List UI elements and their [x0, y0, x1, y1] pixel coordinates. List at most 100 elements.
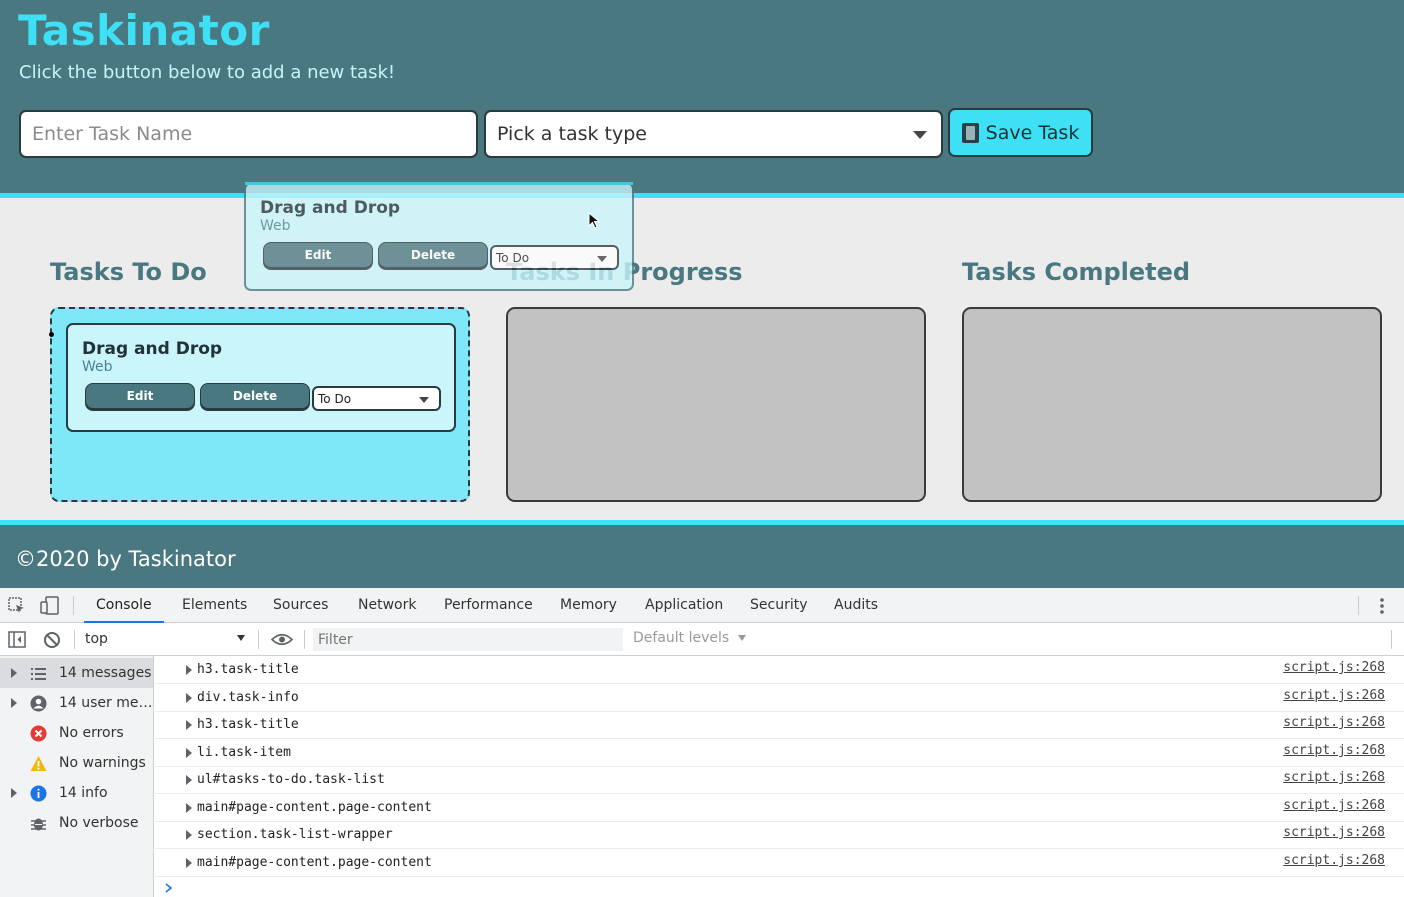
footer-copyright: ©2020 by Taskinator [15, 547, 236, 571]
mouse-cursor-icon [588, 212, 601, 229]
edit-button[interactable]: Edit [85, 383, 195, 409]
console-log-row[interactable]: main#page-content.page-content script.js… [155, 850, 1404, 877]
context-selector[interactable]: top [76, 628, 252, 651]
log-source-link[interactable]: script.js:268 [1283, 688, 1385, 703]
sidebar-item-verbose[interactable]: No verbose [0, 808, 153, 838]
expand-arrow-icon[interactable] [186, 665, 192, 675]
save-task-label: Save Task [985, 121, 1080, 144]
app-title: Taskinator [18, 6, 270, 55]
list-icon [31, 668, 46, 680]
log-source-link[interactable]: script.js:268 [1283, 770, 1385, 785]
log-message: h3.task-title [197, 662, 299, 677]
task-item[interactable]: Drag and Drop Web Edit Delete To Do [66, 323, 456, 432]
bug-icon [31, 818, 46, 831]
tasks-to-do-list[interactable]: Drag and Drop Web Edit Delete To Do [50, 307, 470, 502]
sidebar-item-label: No verbose [59, 815, 139, 831]
task-type-select[interactable]: Pick a task type [484, 110, 943, 158]
save-task-button[interactable]: Save Task [948, 108, 1093, 157]
dragged-task-ghost[interactable]: Drag and Drop Web Edit Delete To Do [244, 182, 634, 291]
chevron-down-icon [597, 256, 607, 262]
tab-application[interactable]: Application [645, 588, 723, 623]
clear-console-icon[interactable] [43, 631, 61, 649]
console-sidebar: 14 messages 14 user me… No errors No war… [0, 656, 154, 897]
tab-network[interactable]: Network [358, 588, 416, 623]
log-source-link[interactable]: script.js:268 [1283, 743, 1385, 758]
sidebar-item-info[interactable]: 14 info [0, 778, 153, 808]
expand-arrow-icon [11, 668, 17, 678]
log-source-link[interactable]: script.js:268 [1283, 853, 1385, 868]
tab-performance[interactable]: Performance [444, 588, 533, 623]
warning-icon [30, 756, 47, 771]
tab-elements[interactable]: Elements [182, 588, 247, 623]
task-status-value: To Do [318, 391, 352, 406]
chevron-down-icon [913, 131, 927, 139]
log-source-link[interactable]: script.js:268 [1283, 660, 1385, 675]
log-source-link[interactable]: script.js:268 [1283, 825, 1385, 840]
sidebar-item-label: 14 info [59, 785, 108, 801]
context-value: top [85, 631, 108, 647]
console-log-row[interactable]: h3.task-title script.js:268 [155, 712, 1404, 739]
console-log-row[interactable]: h3.task-title script.js:268 [155, 657, 1404, 684]
divider [1358, 596, 1359, 615]
tab-sources[interactable]: Sources [273, 588, 328, 623]
sidebar-toggle-icon[interactable] [8, 631, 26, 648]
page-header: Taskinator Click the button below to add… [0, 0, 1404, 198]
task-status-select[interactable]: To Do [490, 245, 619, 270]
tab-audits[interactable]: Audits [834, 588, 878, 623]
eye-icon[interactable] [271, 633, 293, 646]
expand-arrow-icon [11, 698, 17, 708]
expand-arrow-icon[interactable] [186, 775, 192, 785]
chevron-down-icon [419, 397, 429, 403]
console-log-row[interactable]: main#page-content.page-content script.js… [155, 795, 1404, 822]
tab-security[interactable]: Security [750, 588, 808, 623]
expand-arrow-icon[interactable] [186, 720, 192, 730]
sidebar-item-messages[interactable]: 14 messages [0, 658, 153, 688]
column-title-completed: Tasks Completed [962, 258, 1191, 286]
console-prompt-icon[interactable] [164, 882, 174, 894]
expand-arrow-icon[interactable] [186, 858, 192, 868]
device-toolbar-icon[interactable] [40, 596, 60, 616]
expand-arrow-icon[interactable] [186, 693, 192, 703]
sidebar-item-user-messages[interactable]: 14 user me… [0, 688, 153, 718]
expand-arrow-icon[interactable] [186, 830, 192, 840]
divider [258, 630, 259, 649]
task-name-input[interactable] [19, 110, 478, 158]
console-log-row[interactable]: ul#tasks-to-do.task-list script.js:268 [155, 767, 1404, 794]
task-title: Drag and Drop [260, 198, 401, 218]
expand-arrow-icon[interactable] [186, 803, 192, 813]
console-log-row[interactable]: section.task-list-wrapper script.js:268 [155, 822, 1404, 849]
expand-arrow-icon[interactable] [186, 748, 192, 758]
sidebar-item-errors[interactable]: No errors [0, 718, 153, 748]
inspect-element-icon[interactable] [8, 597, 26, 615]
divider [73, 596, 74, 615]
sidebar-item-label: 14 messages [59, 665, 152, 681]
tab-console[interactable]: Console [84, 588, 164, 623]
devtools-panel: Console Elements Sources Network Perform… [0, 588, 1404, 897]
log-source-link[interactable]: script.js:268 [1283, 715, 1385, 730]
log-message: main#page-content.page-content [197, 800, 432, 815]
page-footer: ©2020 by Taskinator [0, 520, 1404, 588]
devtools-tab-bar: Console Elements Sources Network Perform… [0, 588, 1404, 623]
tasks-in-progress-list[interactable] [506, 307, 926, 502]
tab-memory[interactable]: Memory [560, 588, 617, 623]
log-message: main#page-content.page-content [197, 855, 432, 870]
console-log-row[interactable]: li.task-item script.js:268 [155, 740, 1404, 767]
log-levels-dropdown[interactable]: Default levels [633, 630, 746, 646]
edit-button[interactable]: Edit [263, 242, 373, 268]
sidebar-item-label: No warnings [59, 755, 146, 771]
error-icon [30, 725, 47, 742]
more-options-icon[interactable] [1376, 597, 1388, 615]
task-title: Drag and Drop [82, 339, 223, 359]
log-message: li.task-item [197, 745, 291, 760]
console-filter-input[interactable] [313, 628, 623, 651]
task-status-select[interactable]: To Do [312, 386, 441, 411]
task-status-value: To Do [496, 250, 530, 265]
sidebar-item-label: No errors [59, 725, 124, 741]
console-log-row[interactable]: div.task-info script.js:268 [155, 685, 1404, 712]
sidebar-item-warnings[interactable]: No warnings [0, 748, 153, 778]
delete-button[interactable]: Delete [378, 242, 488, 268]
delete-button[interactable]: Delete [200, 383, 310, 409]
tasks-completed-list[interactable] [962, 307, 1382, 502]
log-source-link[interactable]: script.js:268 [1283, 798, 1385, 813]
log-message: h3.task-title [197, 717, 299, 732]
